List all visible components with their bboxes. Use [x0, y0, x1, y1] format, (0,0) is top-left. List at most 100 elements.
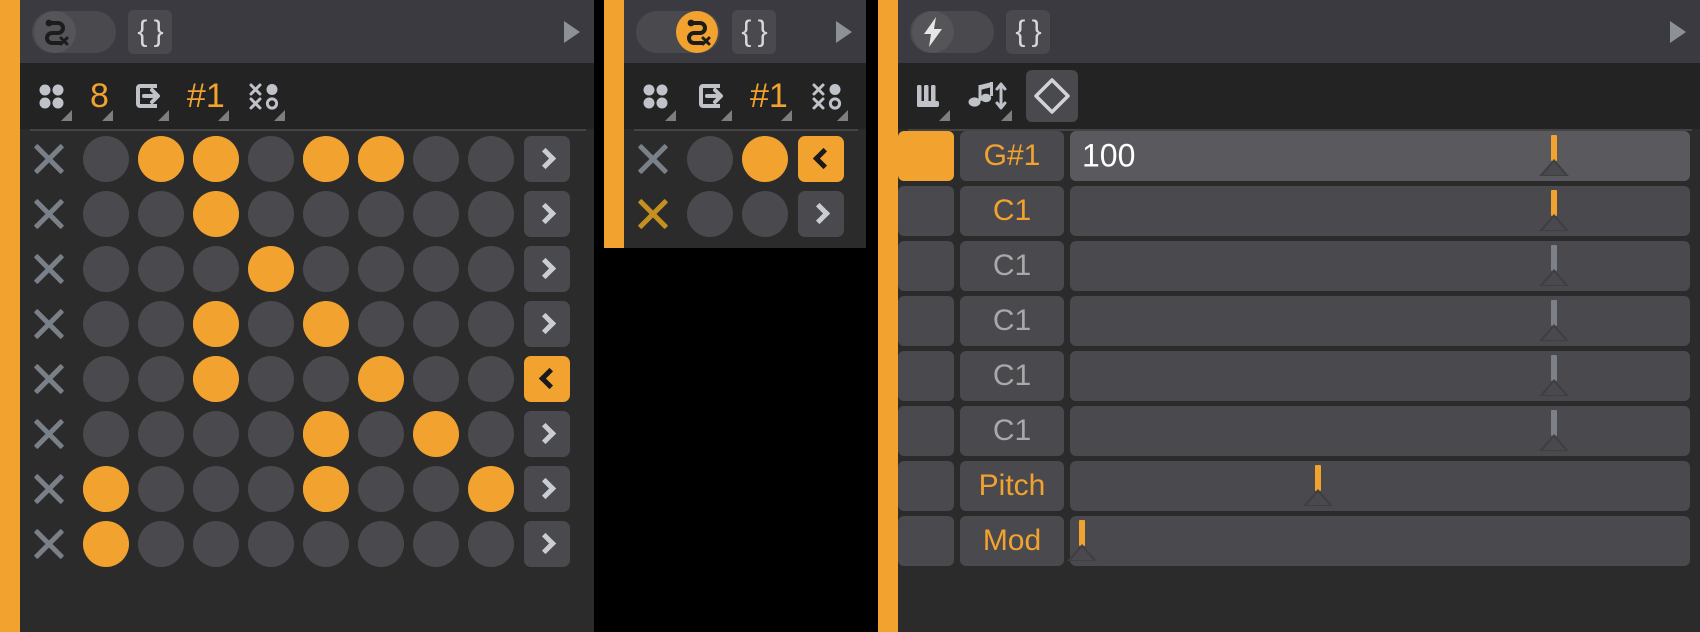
- note-name-button[interactable]: G#1: [960, 131, 1064, 181]
- row-enable-swatch[interactable]: [898, 516, 954, 566]
- mute-button[interactable]: [20, 527, 78, 561]
- step-cell[interactable]: [133, 300, 188, 347]
- step-cell[interactable]: [78, 355, 133, 402]
- step-cell[interactable]: [353, 135, 408, 182]
- step-cell[interactable]: [353, 410, 408, 457]
- step-cell[interactable]: [243, 410, 298, 457]
- row-enable-swatch[interactable]: [898, 296, 954, 346]
- slider-handle[interactable]: [1538, 296, 1569, 356]
- toolbar-step-in-icon[interactable]: [694, 63, 732, 129]
- step-cell[interactable]: [243, 135, 298, 182]
- row-enable-swatch[interactable]: [898, 241, 954, 291]
- value-slider[interactable]: 100: [1070, 131, 1690, 181]
- step-cell[interactable]: [78, 190, 133, 237]
- step-cell[interactable]: [463, 355, 518, 402]
- chevron-right-icon-button[interactable]: [798, 190, 844, 237]
- step-cell[interactable]: [243, 300, 298, 347]
- mute-button[interactable]: [20, 142, 78, 176]
- chevron-right-icon-button[interactable]: [524, 300, 570, 347]
- mute-button[interactable]: [624, 197, 682, 231]
- step-cell[interactable]: [78, 135, 133, 182]
- row-enable-swatch[interactable]: [898, 131, 954, 181]
- mute-button[interactable]: [20, 472, 78, 506]
- mute-button[interactable]: [20, 252, 78, 286]
- step-cell[interactable]: [353, 300, 408, 347]
- step-cell[interactable]: [243, 245, 298, 292]
- slider-handle[interactable]: [1538, 351, 1569, 411]
- step-cell[interactable]: [188, 135, 243, 182]
- step-cell[interactable]: [463, 410, 518, 457]
- step-cell[interactable]: [298, 410, 353, 457]
- step-cell[interactable]: [243, 190, 298, 237]
- toolbar-four-dots-icon[interactable]: [34, 63, 72, 129]
- toolbar-note-updown-icon[interactable]: [964, 63, 1012, 129]
- note-name-button[interactable]: C1: [960, 241, 1064, 291]
- slider-handle[interactable]: [1067, 516, 1098, 576]
- step-cell[interactable]: [353, 355, 408, 402]
- step-cell[interactable]: [737, 190, 792, 237]
- step-cell[interactable]: [188, 355, 243, 402]
- step-cell[interactable]: [298, 190, 353, 237]
- step-cell[interactable]: [408, 190, 463, 237]
- note-name-button[interactable]: Pitch: [960, 461, 1064, 511]
- row-enable-swatch[interactable]: [898, 406, 954, 456]
- step-cell[interactable]: [353, 520, 408, 567]
- step-cell[interactable]: [463, 300, 518, 347]
- braces-button-1[interactable]: { }: [732, 9, 776, 54]
- step-cell[interactable]: [463, 135, 518, 182]
- value-slider[interactable]: [1070, 406, 1690, 456]
- value-slider[interactable]: [1070, 241, 1690, 291]
- step-cell[interactable]: [353, 465, 408, 512]
- note-name-button[interactable]: Mod: [960, 516, 1064, 566]
- step-cell[interactable]: [188, 465, 243, 512]
- row-enable-swatch[interactable]: [898, 351, 954, 401]
- chevron-right-icon-button[interactable]: [524, 190, 570, 237]
- row-enable-swatch[interactable]: [898, 461, 954, 511]
- chevron-right-icon-button[interactable]: [524, 410, 570, 457]
- step-cell[interactable]: [737, 135, 792, 182]
- step-cell[interactable]: [408, 465, 463, 512]
- step-cell[interactable]: [463, 465, 518, 512]
- step-cell[interactable]: [133, 190, 188, 237]
- step-cell[interactable]: [298, 245, 353, 292]
- row-enable-swatch[interactable]: [898, 186, 954, 236]
- step-cell[interactable]: [408, 355, 463, 402]
- step-cell[interactable]: [408, 245, 463, 292]
- note-name-button[interactable]: C1: [960, 406, 1064, 456]
- step-cell[interactable]: [133, 135, 188, 182]
- toolbar-step-in-icon[interactable]: [131, 63, 169, 129]
- toolbar-value-#1[interactable]: #1: [187, 63, 229, 129]
- step-cell[interactable]: [353, 245, 408, 292]
- step-cell[interactable]: [133, 465, 188, 512]
- step-cell[interactable]: [243, 520, 298, 567]
- mode-toggle-1[interactable]: [636, 10, 720, 53]
- step-cell[interactable]: [408, 300, 463, 347]
- step-cell[interactable]: [463, 245, 518, 292]
- mute-button[interactable]: [20, 197, 78, 231]
- play-triangle-icon[interactable]: [1670, 20, 1686, 43]
- step-cell[interactable]: [682, 135, 737, 182]
- step-cell[interactable]: [408, 135, 463, 182]
- step-cell[interactable]: [188, 300, 243, 347]
- toolbar-value-8[interactable]: 8: [90, 63, 113, 129]
- step-cell[interactable]: [188, 245, 243, 292]
- chevron-right-icon-button[interactable]: [524, 465, 570, 512]
- toolbar-xo-matrix-icon[interactable]: [810, 63, 848, 129]
- toolbar-value-#1[interactable]: #1: [750, 63, 792, 129]
- value-slider[interactable]: [1070, 186, 1690, 236]
- step-cell[interactable]: [463, 190, 518, 237]
- step-cell[interactable]: [188, 520, 243, 567]
- value-slider[interactable]: [1070, 296, 1690, 346]
- step-cell[interactable]: [133, 520, 188, 567]
- step-cell[interactable]: [78, 245, 133, 292]
- chevron-left-icon-button[interactable]: [798, 135, 844, 182]
- step-cell[interactable]: [243, 465, 298, 512]
- play-triangle-icon[interactable]: [836, 20, 852, 43]
- slider-handle[interactable]: [1303, 461, 1333, 521]
- toolbar-piano-keys-icon[interactable]: [912, 63, 950, 129]
- step-cell[interactable]: [408, 520, 463, 567]
- step-cell[interactable]: [298, 520, 353, 567]
- step-cell[interactable]: [682, 190, 737, 237]
- mode-toggle-0[interactable]: [32, 10, 116, 53]
- step-cell[interactable]: [133, 355, 188, 402]
